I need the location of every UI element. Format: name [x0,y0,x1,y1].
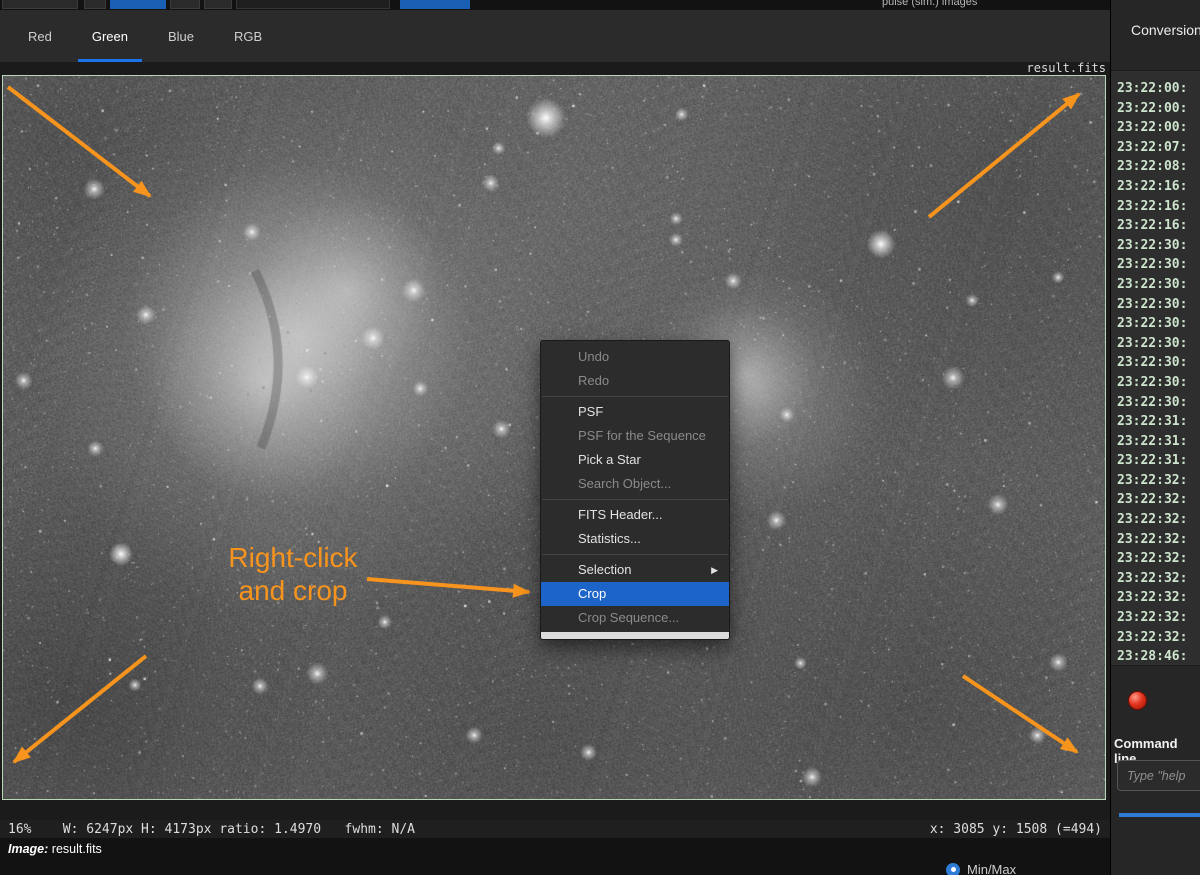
minmax-label: Min/Max [967,862,1016,875]
log-line: 23:22:16: [1117,177,1200,197]
display-mode-minmax[interactable]: Min/Max [946,862,1016,875]
menu-separator [542,554,728,555]
log-line: 23:22:30: [1117,334,1200,354]
menu-item-psf[interactable]: PSF [541,400,729,424]
tab-green[interactable]: Green [78,10,142,62]
image-viewport[interactable]: Right-click and crop UndoRedo PSFPSF for … [2,75,1106,800]
filename-row: result.fits [0,62,1110,75]
log-line: 23:22:30: [1117,314,1200,334]
log-line: 23:22:30: [1117,255,1200,275]
log-line: 23:22:31: [1117,412,1200,432]
log-line: 23:22:07: [1117,138,1200,158]
image-info-label: Image: [8,842,48,856]
toolbar-primary-button-stub[interactable] [400,0,470,9]
image-info-value: result.fits [52,842,102,856]
tab-rgb[interactable]: RGB [220,10,276,62]
minmax-radio[interactable] [946,863,960,875]
toolbar-button-stub[interactable] [84,0,106,9]
annotation-line-2: and crop [171,574,415,607]
context-menu: UndoRedo PSFPSF for the SequencePick a St… [540,340,730,640]
loaded-filename: result.fits [1027,61,1106,75]
siril-app: pulse (sim.) images RedGreenBlueRGB resu… [0,0,1200,875]
toolbar-primary-button-stub[interactable] [110,0,166,9]
tab-red[interactable]: Red [14,10,66,62]
arrow-bottom-right [963,676,1077,752]
log-line: 23:22:32: [1117,490,1200,510]
status-cursor-info: x: 3085 y: 1508 (=494) [930,822,1102,837]
menu-item-pick-a-star[interactable]: Pick a Star [541,448,729,472]
menu-item-statistics[interactable]: Statistics... [541,527,729,551]
progress-bar [1119,813,1200,817]
arrow-bottom-left [14,656,146,762]
menu-item-search-object: Search Object... [541,472,729,496]
log-line: 23:22:31: [1117,451,1200,471]
status-zoom-size-info: 16% W: 6247px H: 4173px ratio: 1.4970 fw… [8,822,415,837]
log-line: 23:22:30: [1117,295,1200,315]
menu-separator [542,499,728,500]
context-menu-items: UndoRedo PSFPSF for the SequencePick a St… [541,345,729,630]
top-toolbar: pulse (sim.) images [0,0,1110,10]
context-menu-bottom-edge [541,632,729,639]
log-line: 23:22:32: [1117,471,1200,491]
toolbar-button-stub[interactable] [2,0,78,9]
log-line: 23:22:00: [1117,79,1200,99]
log-line: 23:28:46: [1117,647,1200,666]
tab-conversion[interactable]: Conversion [1131,22,1200,38]
log-line: 23:22:32: [1117,569,1200,589]
log-line: 23:22:30: [1117,393,1200,413]
toolbar-entry-stub[interactable] [236,0,390,9]
arrow-top-left [8,87,150,196]
arrow-top-right [929,94,1079,217]
log-line: 23:22:32: [1117,628,1200,648]
log-line: 23:22:30: [1117,236,1200,256]
status-bar: 16% W: 6247px H: 4173px ratio: 1.4970 fw… [0,820,1110,838]
tab-blue[interactable]: Blue [154,10,208,62]
menu-item-undo: Undo [541,345,729,369]
log-line: 23:22:32: [1117,530,1200,550]
log-line: 23:22:00: [1117,118,1200,138]
channel-tabs: RedGreenBlueRGB [0,10,1110,62]
menu-item-crop[interactable]: Crop [541,582,729,606]
stop-processing-button[interactable] [1128,691,1147,710]
log-line: 23:22:31: [1117,432,1200,452]
log-line: 23:22:32: [1117,588,1200,608]
viewer-column: RedGreenBlueRGB result.fits Right-click [0,10,1110,875]
right-panel: Conversion 23:22:00:23:22:00:23:22:00:23… [1110,0,1200,875]
log-line: 23:22:32: [1117,510,1200,530]
annotation-line-1: Right-click [171,541,415,574]
annotation-text: Right-click and crop [171,541,415,607]
submenu-arrow-icon: ▶ [711,558,718,582]
menu-item-crop-sequence: Crop Sequence... [541,606,729,630]
working-directory-path: pulse (sim.) images [882,0,977,8]
menu-item-psf-for-the-sequence: PSF for the Sequence [541,424,729,448]
log-line: 23:22:30: [1117,275,1200,295]
log-line: 23:22:16: [1117,216,1200,236]
log-line: 23:22:08: [1117,157,1200,177]
toolbar-button-stub[interactable] [204,0,232,9]
menu-separator [542,396,728,397]
menu-item-selection[interactable]: Selection▶ [541,558,729,582]
command-line-input[interactable] [1117,760,1200,791]
toolbar-button-stub[interactable] [170,0,200,9]
log-output[interactable]: 23:22:00:23:22:00:23:22:00:23:22:07:23:2… [1111,70,1200,666]
log-line: 23:22:16: [1117,197,1200,217]
menu-item-redo: Redo [541,369,729,393]
log-line: 23:22:30: [1117,373,1200,393]
log-line: 23:22:32: [1117,549,1200,569]
image-info: Image: result.fits [8,842,102,856]
log-line: 23:22:32: [1117,608,1200,628]
menu-item-fits-header[interactable]: FITS Header... [541,503,729,527]
bottom-bar: Image: result.fits Min/Max [0,838,1110,875]
log-line: 23:22:30: [1117,353,1200,373]
log-line: 23:22:00: [1117,99,1200,119]
